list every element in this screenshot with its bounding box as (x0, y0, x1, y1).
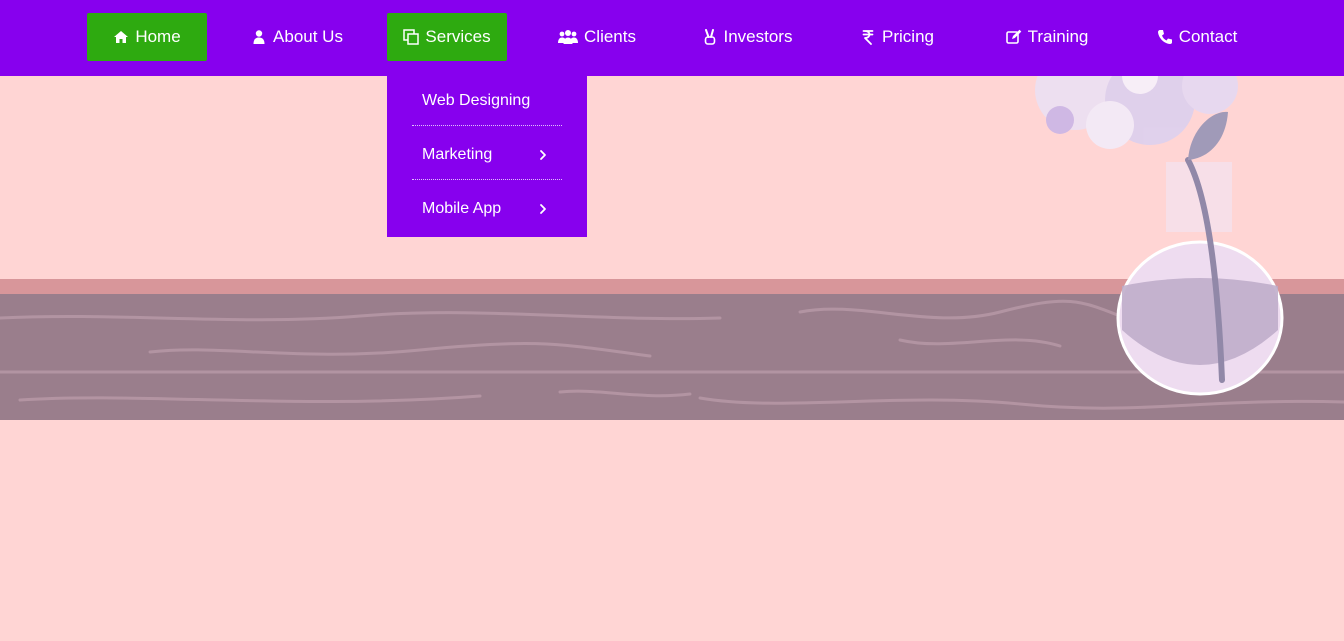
nav-item-about-us[interactable]: About Us (237, 13, 357, 61)
nav-item-label: Clients (584, 27, 636, 46)
nav-item-pricing[interactable]: Pricing (837, 13, 957, 61)
nav-item-training[interactable]: Training (987, 13, 1107, 61)
services-dropdown: Web Designing Marketing Mobile App (387, 76, 587, 237)
chevron-right-icon (540, 149, 546, 160)
nav-item-home[interactable]: Home (87, 13, 207, 61)
nav-item-contact[interactable]: Contact (1137, 13, 1257, 61)
nav-item-services[interactable]: Services (387, 13, 507, 61)
nav-item-label: About Us (273, 27, 343, 46)
nav-item-clients[interactable]: Clients (537, 13, 657, 61)
nav-item-label: Pricing (882, 27, 934, 46)
flower-leaf (1188, 111, 1228, 160)
user-icon (251, 29, 267, 45)
edit-icon (1005, 29, 1022, 45)
nav-item-label: Contact (1178, 27, 1238, 46)
peace-hand-icon (702, 29, 718, 45)
home-icon (113, 29, 129, 45)
dropdown-item-label: Mobile App (422, 200, 502, 217)
nav-item-label: Training (1027, 27, 1089, 46)
nav-item-investors[interactable]: Investors (687, 13, 807, 61)
hero-illustration (0, 50, 1344, 420)
main-navbar: Home About Us Services Clients Investors… (0, 0, 1344, 76)
chevron-right-icon (540, 204, 546, 214)
dropdown-item-mobile-app[interactable]: Mobile App (412, 184, 562, 234)
dropdown-item-label: Marketing (422, 145, 493, 163)
nav-item-label: Home (135, 27, 181, 46)
nav-item-label: Services (425, 27, 491, 46)
dropdown-item-marketing[interactable]: Marketing (412, 130, 562, 180)
dropdown-item-label: Web Designing (422, 91, 531, 109)
phone-icon (1157, 29, 1173, 45)
users-icon (558, 29, 579, 45)
dropdown-item-web-designing[interactable]: Web Designing (412, 76, 562, 126)
nav-item-label: Investors (723, 27, 793, 46)
rupee-icon (860, 29, 876, 45)
copy-icon (403, 29, 420, 45)
